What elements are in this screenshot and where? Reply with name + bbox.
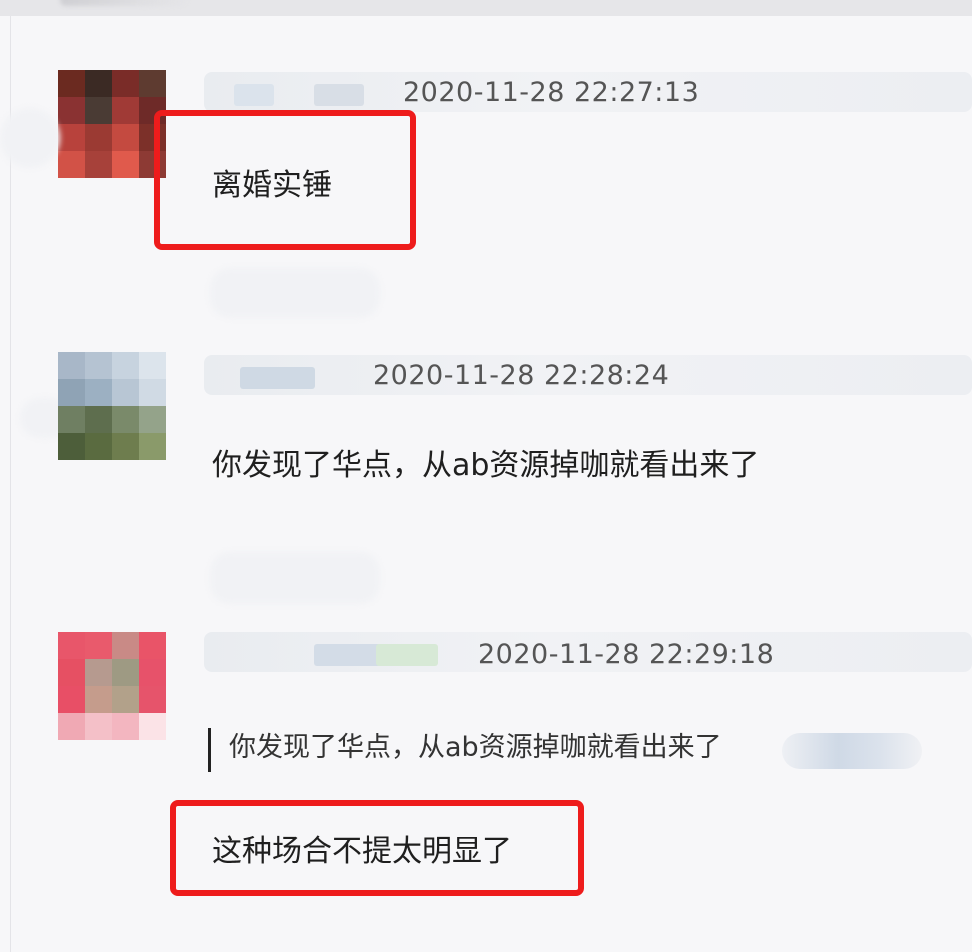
avatar-mosaic-cell (139, 379, 166, 406)
avatar-mosaic-cell (85, 406, 112, 433)
avatar-mosaic-cell (85, 124, 112, 151)
avatar-mosaic-cell (58, 686, 85, 713)
message-timestamp: 2020-11-28 22:29:18 (478, 639, 775, 670)
avatar-mosaic-cell (85, 97, 112, 124)
highlight-box (170, 800, 584, 896)
avatar-mosaic-cell (85, 352, 112, 379)
avatar-mosaic-cell (58, 379, 85, 406)
blurred-title (60, 0, 190, 6)
top-bar (0, 0, 972, 16)
avatar-mosaic-cell (85, 686, 112, 713)
avatar-mosaic-cell (58, 713, 85, 740)
avatar-mosaic-cell (112, 659, 139, 686)
avatar-mosaic-cell (58, 70, 85, 97)
avatar-mosaic-cell (139, 433, 166, 460)
highlight-box (154, 110, 416, 250)
avatar[interactable] (58, 352, 166, 460)
avatar-mosaic-cell (139, 70, 166, 97)
message-timestamp: 2020-11-28 22:28:24 (373, 360, 670, 391)
avatar-mosaic-cell (139, 686, 166, 713)
message-text: 你发现了华点，从ab资源掉咖就看出来了 (212, 448, 760, 483)
avatar-mosaic-cell (112, 632, 139, 659)
avatar-mosaic-cell (112, 151, 139, 178)
avatar-mosaic-cell (58, 124, 85, 151)
avatar-mosaic-cell (112, 70, 139, 97)
avatar-mosaic-cell (112, 713, 139, 740)
avatar-mosaic-cell (139, 406, 166, 433)
quoted-message[interactable]: 你发现了华点，从ab资源掉咖就看出来了 (208, 728, 722, 772)
blurred-smudge (0, 108, 60, 168)
avatar-mosaic-cell (58, 151, 85, 178)
avatar-mosaic-cell (58, 632, 85, 659)
avatar-mosaic-cell (58, 352, 85, 379)
blurred-smudge (210, 268, 380, 318)
avatar-mosaic-cell (112, 124, 139, 151)
avatar-mosaic-cell (85, 379, 112, 406)
avatar-mosaic-cell (139, 713, 166, 740)
avatar-mosaic-cell (85, 659, 112, 686)
avatar-mosaic-cell (139, 659, 166, 686)
avatar-mosaic-cell (58, 406, 85, 433)
avatar-mosaic-cell (112, 379, 139, 406)
quoted-text: 你发现了华点，从ab资源掉咖就看出来了 (229, 732, 722, 763)
avatar-mosaic-cell (139, 352, 166, 379)
avatar-mosaic-cell (139, 632, 166, 659)
avatar-mosaic-cell (112, 406, 139, 433)
message-timestamp: 2020-11-28 22:27:13 (403, 77, 700, 108)
avatar-mosaic-cell (112, 352, 139, 379)
avatar-mosaic-cell (85, 433, 112, 460)
avatar-mosaic-cell (112, 686, 139, 713)
avatar-mosaic-cell (85, 713, 112, 740)
avatar-mosaic-cell (112, 433, 139, 460)
avatar-mosaic-cell (58, 659, 85, 686)
avatar-mosaic-cell (58, 433, 85, 460)
blurred-smudge (210, 552, 380, 604)
avatar-mosaic-cell (85, 632, 112, 659)
avatar[interactable] (58, 70, 166, 178)
avatar-mosaic-cell (85, 70, 112, 97)
avatar[interactable] (58, 632, 166, 740)
quoted-user-blurred (782, 733, 922, 769)
avatar-mosaic-cell (58, 97, 85, 124)
avatar-mosaic-cell (85, 151, 112, 178)
avatar-mosaic-cell (112, 97, 139, 124)
